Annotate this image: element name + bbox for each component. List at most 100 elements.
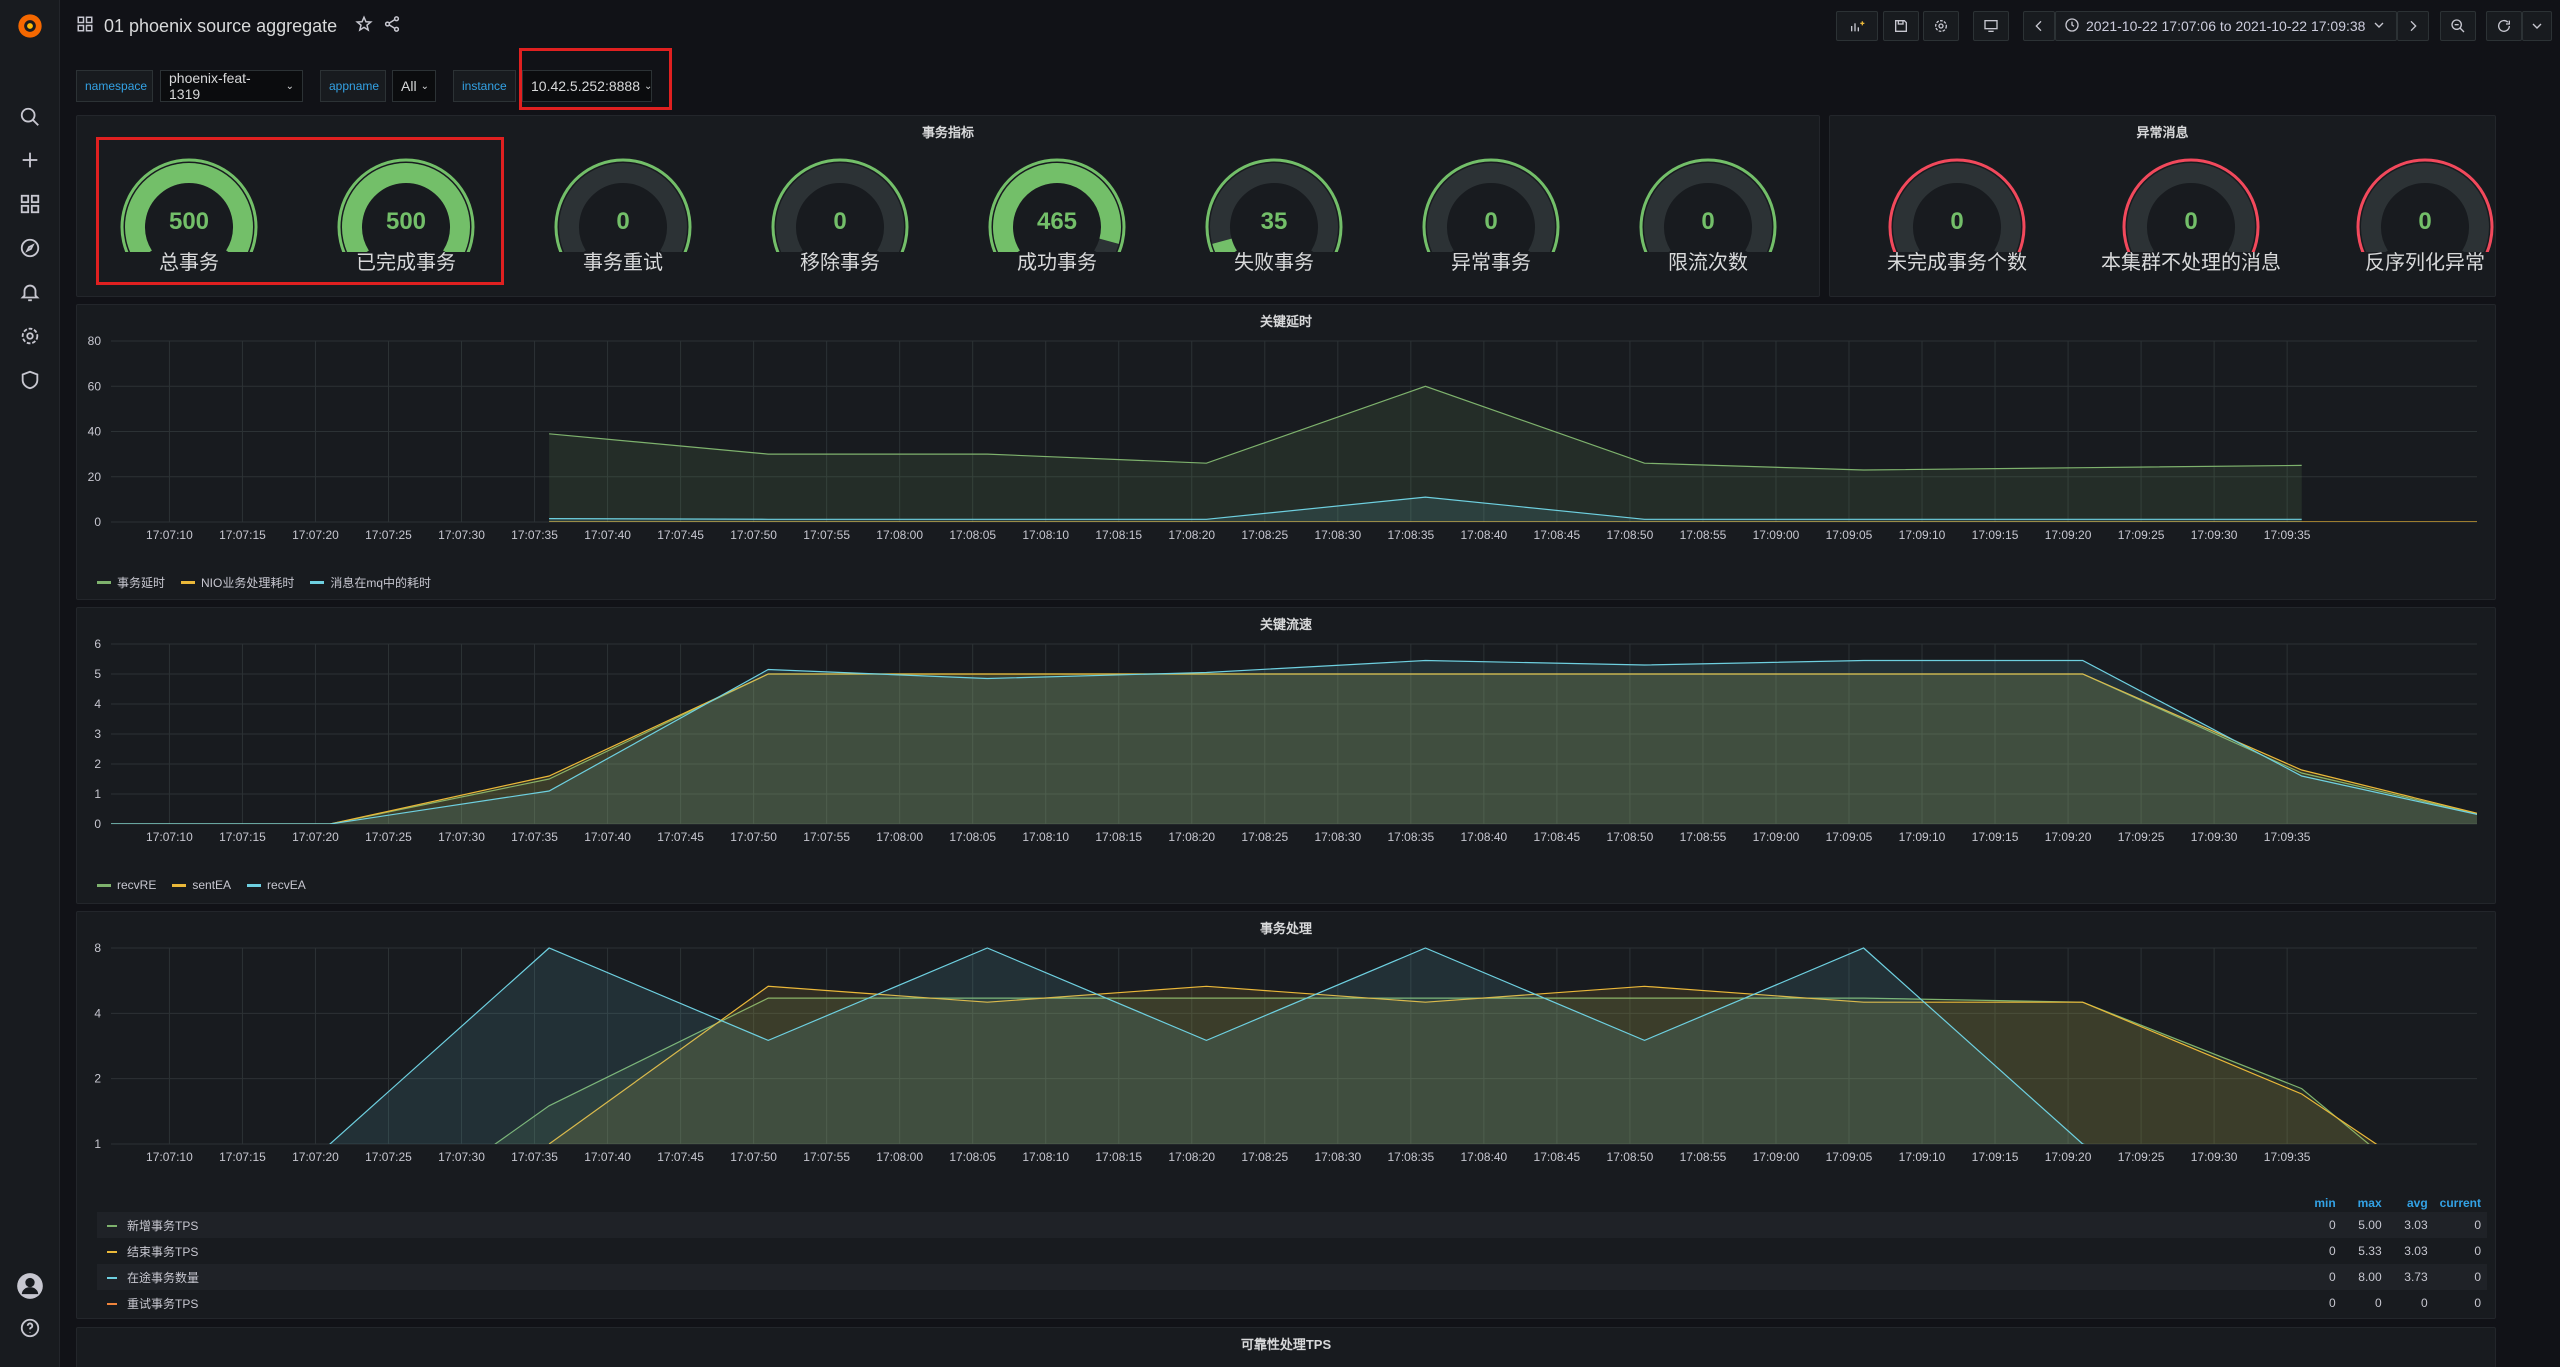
plus-icon[interactable] <box>14 144 46 176</box>
gauge-value: 0 <box>833 208 847 235</box>
dashboards-icon[interactable] <box>14 188 46 220</box>
x-tick-label: 17:07:45 <box>657 528 704 542</box>
x-tick-label: 17:08:45 <box>1534 830 1581 844</box>
x-tick-label: 17:08:45 <box>1534 528 1581 542</box>
legend-row[interactable]: 在途事务数量 0 8.00 3.73 0 <box>97 1264 2487 1290</box>
gauge-value: 465 <box>1036 208 1078 235</box>
legend-item[interactable]: recvEA <box>247 878 306 892</box>
legend-row[interactable]: 结束事务TPS 0 5.33 3.03 0 <box>97 1238 2487 1264</box>
add-panel-button[interactable] <box>1836 11 1878 41</box>
x-tick-label: 17:09:05 <box>1826 830 1873 844</box>
legend-item[interactable]: 消息在mq中的耗时 <box>310 574 431 591</box>
share-icon[interactable] <box>383 15 401 38</box>
explore-icon[interactable] <box>14 232 46 264</box>
settings-button[interactable] <box>1923 11 1959 41</box>
gauge-value: 500 <box>385 208 427 235</box>
legend-item[interactable]: sentEA <box>172 878 231 892</box>
panel-flow: 关键流速 0 1 2 3 4 5 6 17:07:10 17:07:15 17:07:20 17:0… <box>76 607 2496 904</box>
gauge-dial <box>771 158 909 252</box>
instance-select[interactable]: 10.42.5.252:8888 ⌄ <box>522 70 652 102</box>
legend-value-current: 0 <box>2474 1218 2481 1232</box>
panel-title: 异常消息 <box>2136 125 2189 140</box>
shield-icon[interactable] <box>14 364 46 396</box>
legend-swatch <box>181 581 196 584</box>
save-button[interactable] <box>1883 11 1919 41</box>
latency-chart[interactable]: 0 20 40 60 80 17:07:10 17:07:15 17:07:20 17:07:2… <box>77 325 2497 577</box>
x-tick-label: 17:07:35 <box>511 830 558 844</box>
refresh-interval-dropdown[interactable] <box>2522 11 2552 41</box>
flow-chart[interactable]: 0 1 2 3 4 5 6 17:07:10 17:07:15 17:07:20 17:07:25 1… <box>77 628 2497 880</box>
x-tick-label: 17:07:25 <box>365 830 412 844</box>
zoom-out-button[interactable] <box>2440 11 2476 41</box>
search-icon[interactable] <box>14 101 46 133</box>
legend-column-header[interactable]: max <box>2342 1194 2388 1212</box>
legend-row[interactable]: 重试事务TPS 0 0 0 0 <box>97 1290 2487 1316</box>
x-tick-label: 17:09:35 <box>2264 1150 2311 1164</box>
x-tick-label: 17:07:15 <box>219 528 266 542</box>
legend-column-header[interactable]: min <box>2296 1194 2342 1212</box>
x-tick-label: 17:09:20 <box>2045 1150 2092 1164</box>
x-tick-label: 17:08:30 <box>1314 830 1361 844</box>
dashboard-title[interactable]: 01 phoenix source aggregate <box>104 16 337 37</box>
x-tick-label: 17:09:10 <box>1899 1150 1946 1164</box>
bell-icon[interactable] <box>14 276 46 308</box>
help-icon[interactable] <box>14 1312 46 1344</box>
x-tick-label: 17:08:45 <box>1534 1150 1581 1164</box>
gear-icon[interactable] <box>14 320 46 352</box>
x-tick-label: 17:09:10 <box>1899 830 1946 844</box>
gauge: 0 未完成事务个数 <box>1857 142 2057 292</box>
legend-row[interactable]: 新增事务TPS 0 5.00 3.03 0 <box>97 1212 2487 1238</box>
legend-column-header[interactable]: avg <box>2388 1194 2434 1212</box>
panel-tx-metrics: 事务指标 500 总事务 500 已完成事务 0 事务重试 0 移除事务 465 成功事务 35 失败… <box>76 115 1820 297</box>
x-tick-label: 17:07:50 <box>730 1150 777 1164</box>
gauge: 500 总事务 <box>89 142 289 292</box>
legend-column-header[interactable]: current <box>2434 1194 2487 1212</box>
x-tick-label: 17:08:10 <box>1022 1150 1069 1164</box>
time-back-button[interactable] <box>2023 11 2055 41</box>
y-tick-label: 1 <box>94 1137 101 1151</box>
legend-item[interactable]: NIO业务处理耗时 <box>181 574 294 591</box>
legend-item[interactable]: 事务延时 <box>97 574 165 591</box>
time-forward-button[interactable] <box>2397 11 2429 41</box>
gauge: 0 反序列化异常 <box>2325 142 2525 292</box>
avatar[interactable] <box>14 1270 46 1302</box>
x-tick-label: 17:08:55 <box>1680 830 1727 844</box>
legend-series-cell: 重试事务TPS <box>97 1290 2296 1316</box>
y-tick-label: 0 <box>94 515 101 529</box>
legend-value-avg: 3.73 <box>2404 1270 2428 1284</box>
flow-legend: recvRE sentEA recvEA <box>97 878 306 892</box>
gauge-label: 移除事务 <box>800 252 880 274</box>
tv-mode-button[interactable] <box>1973 11 2009 41</box>
y-tick-label: 60 <box>88 379 102 393</box>
top-bar: 01 phoenix source aggregate 2021-10-22 1… <box>60 0 2560 52</box>
legend-label: 重试事务TPS <box>127 1296 199 1311</box>
x-tick-label: 17:08:15 <box>1095 830 1142 844</box>
x-tick-label: 17:07:20 <box>292 528 339 542</box>
legend-item[interactable]: recvRE <box>97 878 156 892</box>
star-icon[interactable] <box>355 14 373 38</box>
grafana-logo-icon[interactable] <box>14 10 46 42</box>
gauge-dial <box>1422 158 1560 252</box>
appname-value: All <box>401 78 417 94</box>
refresh-button[interactable] <box>2486 11 2522 41</box>
x-tick-label: 17:07:15 <box>219 830 266 844</box>
legend-value-avg: 3.03 <box>2404 1244 2428 1258</box>
gauge: 0 本集群不处理的消息 <box>2091 142 2291 292</box>
x-tick-label: 17:07:40 <box>584 830 631 844</box>
x-tick-label: 17:07:50 <box>730 830 777 844</box>
clock-icon <box>2064 17 2080 36</box>
x-tick-label: 17:07:35 <box>511 1150 558 1164</box>
x-tick-label: 17:08:20 <box>1168 528 1215 542</box>
gauge: 465 成功事务 <box>957 142 1157 292</box>
appname-select[interactable]: All ⌄ <box>392 70 436 102</box>
x-tick-label: 17:07:45 <box>657 830 704 844</box>
panel-tx-processing: 事务处理 1 2 4 8 17:07:10 17:07:15 17:07:20 17:07:2… <box>76 911 2496 1319</box>
legend-label: 在途事务数量 <box>127 1270 200 1285</box>
x-tick-label: 17:08:30 <box>1314 528 1361 542</box>
gauge-label: 反序列化异常 <box>2365 252 2485 274</box>
gauge: 0 限流次数 <box>1608 142 1808 292</box>
tx-processing-chart[interactable]: 1 2 4 8 17:07:10 17:07:15 17:07:20 17:07:25 17:0… <box>77 932 2497 1204</box>
namespace-select[interactable]: phoenix-feat-1319 ⌄ <box>160 70 303 102</box>
gauge-value: 0 <box>2418 208 2432 235</box>
time-range-picker[interactable]: 2021-10-22 17:07:06 to 2021-10-22 17:09:… <box>2055 11 2397 41</box>
